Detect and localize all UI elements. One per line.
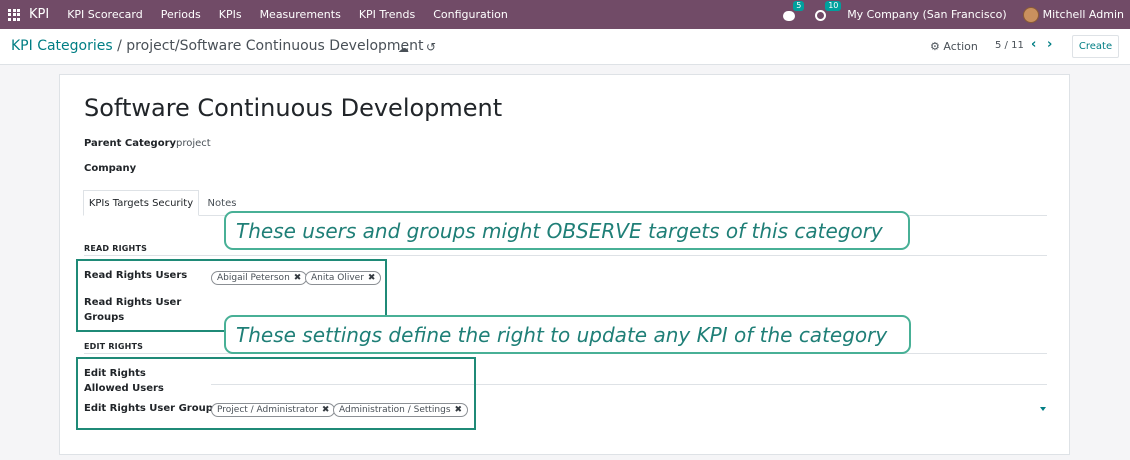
create-button[interactable]: Create [1072,35,1119,58]
edit-rights-title: EDIT RIGHTS [84,342,144,351]
top-navbar: KPI KPI Scorecard Periods KPIs Measureme… [0,0,1130,29]
user-menu[interactable]: Mitchell Admin [1043,8,1124,21]
record-title[interactable]: Software Continuous Development [84,94,502,122]
read-rights-title: READ RIGHTS [84,244,148,253]
clock-icon [815,9,827,21]
chevron-right-icon[interactable]: › [1047,37,1052,52]
action-label: Action [943,40,978,53]
read-rights-callout: These users and groups might OBSERVE tar… [224,211,910,250]
apps-grid-icon[interactable] [8,8,20,21]
tab-kpis-targets-security[interactable]: KPIs Targets Security [83,190,199,216]
activities-counter: 10 [825,0,842,11]
read-rights-divider [84,255,1047,256]
menu-measurements[interactable]: Measurements [260,8,341,21]
breadcrumb: KPI Categories / project/Software Contin… [11,38,424,54]
company-switcher[interactable]: My Company (San Francisco) [847,8,1006,21]
chevron-left-icon[interactable]: ‹ [1031,37,1036,52]
menu-periods[interactable]: Periods [161,8,201,21]
menu-kpi-trends[interactable]: KPI Trends [359,8,415,21]
gear-icon: ⚙ [930,40,940,53]
cloud-upload-icon[interactable]: ☁ [398,42,409,55]
chat-icon [783,10,796,21]
activities-button[interactable]: 10 [815,0,842,22]
chevron-down-icon[interactable] [1040,407,1046,411]
undo-icon[interactable]: ↺ [426,40,436,54]
avatar[interactable] [1022,6,1039,23]
menu-kpis[interactable]: KPIs [219,8,242,21]
menu-configuration[interactable]: Configuration [433,8,508,21]
menu-kpi-scorecard[interactable]: KPI Scorecard [67,8,143,21]
breadcrumb-separator: / [112,38,127,54]
action-button[interactable]: ⚙ Action [930,40,978,53]
control-panel: KPI Categories / project/Software Contin… [0,29,1130,65]
parent-category-label: Parent Category [84,138,177,149]
messages-button[interactable]: 5 [783,0,805,22]
pager-value[interactable]: 5 / 11 [995,40,1024,51]
company-label: Company [84,163,137,174]
edit-rights-highlight [76,357,476,430]
app-brand[interactable]: KPI [29,7,49,22]
messages-counter: 5 [793,0,805,11]
edit-rights-callout: These settings define the right to updat… [224,315,911,354]
breadcrumb-root[interactable]: KPI Categories [11,38,113,54]
parent-category-field[interactable]: project [176,138,211,149]
breadcrumb-current: project/Software Continuous Development [126,38,424,54]
